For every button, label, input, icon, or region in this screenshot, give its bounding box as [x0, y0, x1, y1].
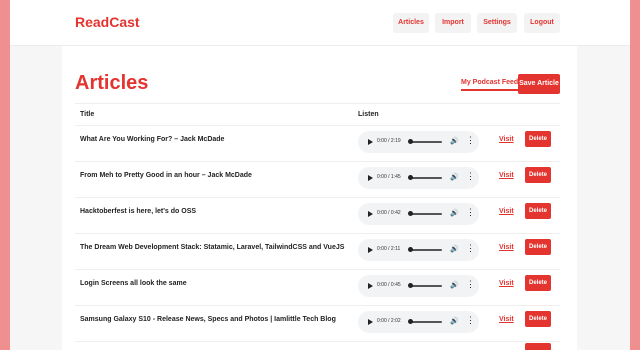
- volume-icon[interactable]: 🔊: [450, 245, 459, 253]
- more-vertical-icon[interactable]: ⋮: [466, 244, 475, 253]
- audio-time: 0:00 / 1:45: [377, 174, 401, 180]
- audio-player[interactable]: 0:00 / 2:19 🔊 ⋮: [358, 131, 479, 153]
- table-header: Title Listen: [75, 103, 560, 126]
- audio-player[interactable]: 0:00 / 0:42 🔊 ⋮: [358, 203, 479, 225]
- article-title: From Meh to Pretty Good in an hour – Jac…: [80, 172, 252, 179]
- delete-button[interactable]: [525, 343, 551, 350]
- audio-time: 0:00 / 0:42: [377, 210, 401, 216]
- play-icon[interactable]: [368, 175, 373, 181]
- more-vertical-icon[interactable]: ⋮: [466, 208, 475, 217]
- more-vertical-icon[interactable]: ⋮: [466, 172, 475, 181]
- table-row: The Dream Web Development Stack: Statami…: [75, 234, 560, 270]
- audio-player[interactable]: 0:00 / 0:45 🔊 ⋮: [358, 275, 479, 297]
- play-icon[interactable]: [368, 139, 373, 145]
- delete-button[interactable]: Delete: [525, 275, 551, 291]
- audio-time: 0:00 / 2:19: [377, 138, 401, 144]
- visit-link[interactable]: Visit: [499, 136, 514, 143]
- nav-articles[interactable]: Articles: [393, 13, 429, 33]
- article-title: The Dream Web Development Stack: Statami…: [80, 244, 345, 251]
- audio-progress-track[interactable]: [408, 283, 442, 288]
- visit-link[interactable]: Visit: [499, 244, 514, 251]
- more-vertical-icon[interactable]: ⋮: [466, 136, 475, 145]
- visit-link[interactable]: Visit: [499, 316, 514, 323]
- more-vertical-icon[interactable]: ⋮: [466, 316, 475, 325]
- audio-player[interactable]: 0:00 / 2:11 🔊 ⋮: [358, 239, 479, 261]
- play-icon[interactable]: [368, 211, 373, 217]
- brand-logo[interactable]: ReadCast: [75, 14, 140, 30]
- page-title: Articles: [75, 72, 149, 94]
- article-title: What Are You Working For? – Jack McDade: [80, 136, 225, 143]
- table-body: What Are You Working For? – Jack McDade …: [75, 126, 560, 350]
- audio-time: 0:00 / 0:45: [377, 282, 401, 288]
- audio-progress-knob[interactable]: [408, 319, 413, 324]
- audio-progress-track[interactable]: [408, 211, 442, 216]
- play-icon[interactable]: [368, 283, 373, 289]
- play-icon[interactable]: [368, 319, 373, 325]
- audio-progress-track[interactable]: [408, 175, 442, 180]
- delete-button[interactable]: Delete: [525, 311, 551, 327]
- volume-icon[interactable]: 🔊: [450, 317, 459, 325]
- audio-progress-knob[interactable]: [408, 175, 413, 180]
- save-article-button[interactable]: Save Article: [518, 74, 560, 94]
- article-title: Hacktoberfest is here, let's do OSS: [80, 208, 197, 215]
- delete-button[interactable]: Delete: [525, 203, 551, 219]
- volume-icon[interactable]: 🔊: [450, 281, 459, 289]
- table-row: From Meh to Pretty Good in an hour – Jac…: [75, 162, 560, 198]
- nav-logout[interactable]: Logout: [524, 13, 560, 33]
- visit-link[interactable]: Visit: [499, 280, 514, 287]
- table-row: Login Screens all look the same 0:00 / 0…: [75, 270, 560, 306]
- table-row: What Are You Working For? – Jack McDade …: [75, 126, 560, 162]
- delete-button[interactable]: Delete: [525, 131, 551, 147]
- table-row: Samsung Galaxy S10 - Release News, Specs…: [75, 306, 560, 342]
- visit-link[interactable]: Visit: [499, 172, 514, 179]
- article-title: Login Screens all look the same: [80, 280, 187, 287]
- articles-card: Articles My Podcast Feed Save Article Ti…: [62, 46, 577, 350]
- delete-button[interactable]: Delete: [525, 167, 551, 183]
- audio-progress-track[interactable]: [408, 319, 442, 324]
- volume-icon[interactable]: 🔊: [450, 209, 459, 217]
- volume-icon[interactable]: 🔊: [450, 173, 459, 181]
- audio-player[interactable]: 0:00 / 2:02 🔊 ⋮: [358, 311, 479, 333]
- audio-progress-knob[interactable]: [408, 247, 413, 252]
- header-listen: Listen: [358, 111, 379, 118]
- audio-player[interactable]: 0:00 / 1:45 🔊 ⋮: [358, 167, 479, 189]
- audio-progress-knob[interactable]: [408, 211, 413, 216]
- play-icon[interactable]: [368, 247, 373, 253]
- top-navbar: ReadCast Articles Import Settings Logout: [10, 0, 630, 46]
- table-row-partial: [75, 342, 560, 350]
- more-vertical-icon[interactable]: ⋮: [466, 280, 475, 289]
- app-frame: ReadCast Articles Import Settings Logout…: [10, 0, 630, 350]
- nav-import[interactable]: Import: [435, 13, 471, 33]
- header-title: Title: [80, 111, 95, 118]
- audio-progress-track[interactable]: [408, 247, 442, 252]
- table-row: Hacktoberfest is here, let's do OSS 0:00…: [75, 198, 560, 234]
- podcast-feed-link[interactable]: My Podcast Feed: [461, 79, 519, 91]
- audio-time: 0:00 / 2:02: [377, 318, 401, 324]
- audio-progress-knob[interactable]: [408, 139, 413, 144]
- audio-progress-track[interactable]: [408, 139, 442, 144]
- nav-settings[interactable]: Settings: [477, 13, 517, 33]
- volume-icon[interactable]: 🔊: [450, 137, 459, 145]
- article-title: Samsung Galaxy S10 - Release News, Specs…: [80, 316, 336, 323]
- audio-progress-knob[interactable]: [408, 283, 413, 288]
- delete-button[interactable]: Delete: [525, 239, 551, 255]
- audio-time: 0:00 / 2:11: [377, 246, 401, 252]
- articles-table: Title Listen What Are You Working For? –…: [75, 103, 560, 350]
- visit-link[interactable]: Visit: [499, 208, 514, 215]
